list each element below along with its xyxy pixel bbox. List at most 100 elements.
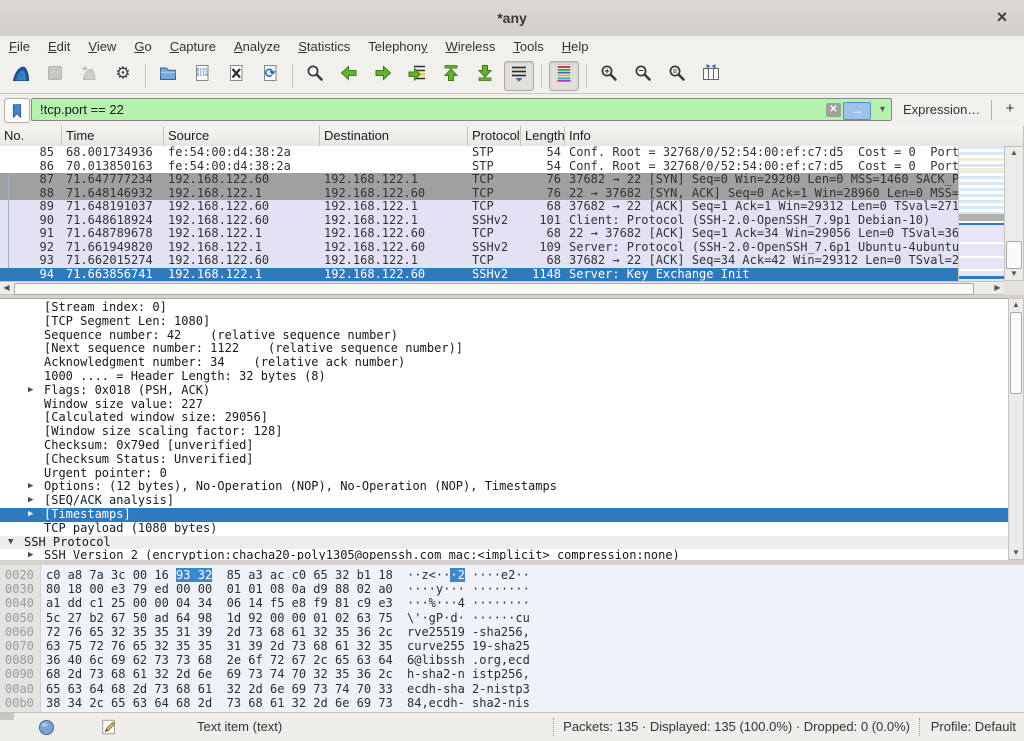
hex-bytes[interactable]: c0 a8 7a 3c 00 16: [46, 568, 176, 582]
hex-row[interactable]: 0040a1 dd c1 25 00 00 04 34 06 14 f5 e8 …: [0, 596, 1024, 610]
toolbar-button-stop-capture[interactable]: [40, 61, 70, 91]
toolbar-button-go-top[interactable]: [436, 61, 466, 91]
scroll-left-arrow-icon[interactable]: ◀: [0, 282, 13, 294]
detail-line[interactable]: [TCP Segment Len: 1080]: [0, 315, 1008, 329]
toolbar-button-save-file[interactable]: 01010110: [187, 61, 217, 91]
expand-arrow-icon[interactable]: ▶: [28, 480, 33, 494]
hex-bytes[interactable]: 65 63 64 68 2d 73 68 61 32 2d 6e 69 73 7…: [46, 682, 393, 696]
detail-line[interactable]: ▶Flags: 0x018 (PSH, ACK): [0, 384, 1008, 398]
hex-ascii[interactable]: ····e2··: [465, 568, 530, 582]
toolbar-button-zoom-reset[interactable]: =: [662, 61, 692, 91]
detail-line[interactable]: ▶Options: (12 bytes), No-Operation (NOP)…: [0, 480, 1008, 494]
toolbar-button-go-to-packet[interactable]: [402, 61, 432, 91]
hex-ascii[interactable]: 6@libssh .org,ecd: [407, 653, 530, 667]
column-header-destination[interactable]: Destination: [320, 126, 468, 146]
detail-line[interactable]: Urgent pointer: 0: [0, 467, 1008, 481]
menu-item-go[interactable]: Go: [125, 36, 160, 58]
expand-arrow-icon[interactable]: ▶: [28, 508, 33, 522]
hex-ascii[interactable]: rve25519 -sha256,: [407, 625, 530, 639]
hex-ascii[interactable]: ····y··· ········: [407, 582, 530, 596]
add-filter-button[interactable]: +: [1001, 94, 1019, 125]
hex-bytes[interactable]: 36 40 6c 69 62 73 73 68 2e 6f 72 67 2c 6…: [46, 653, 393, 667]
column-header-no[interactable]: No.: [0, 126, 62, 146]
menu-item-help[interactable]: Help: [553, 36, 598, 58]
toolbar-button-auto-scroll[interactable]: [504, 61, 534, 91]
scroll-up-arrow-icon[interactable]: ▲: [1005, 147, 1023, 159]
hex-bytes[interactable]: 63 75 72 76 65 32 35 35 31 39 2d 73 68 6…: [46, 639, 393, 653]
detail-line[interactable]: Checksum: 0x79ed [unverified]: [0, 439, 1008, 453]
status-profile[interactable]: Profile: Default: [931, 713, 1016, 741]
column-header-length[interactable]: Length: [521, 126, 565, 146]
menu-item-edit[interactable]: Edit: [39, 36, 79, 58]
detail-line[interactable]: Acknowledgment number: 34 (relative ack …: [0, 356, 1008, 370]
filter-dropdown-caret-icon[interactable]: ▾: [880, 104, 885, 115]
detail-line[interactable]: Window size value: 227: [0, 398, 1008, 412]
title-bar[interactable]: *any ×: [0, 0, 1024, 37]
menu-item-analyze[interactable]: Analyze: [225, 36, 289, 58]
packet-row[interactable]: 8771.647777234192.168.122.60192.168.122.…: [0, 173, 958, 187]
menu-item-statistics[interactable]: Statistics: [289, 36, 359, 58]
hex-ascii[interactable]: h-sha2-n istp256,: [407, 667, 530, 681]
expand-arrow-icon[interactable]: ▶: [28, 549, 33, 560]
hex-bytes[interactable]: 5c 27 b2 67 50 ad 64 98 1d 92 00 00 01 0…: [46, 611, 393, 625]
hex-bytes[interactable]: 68 2d 73 68 61 32 2d 6e 69 73 74 70 32 3…: [46, 667, 393, 681]
toolbar-button-colorize[interactable]: [549, 61, 579, 91]
toolbar-button-go-bottom[interactable]: [470, 61, 500, 91]
menu-item-wireless[interactable]: Wireless: [437, 36, 505, 58]
detail-line[interactable]: [Checksum Status: Unverified]: [0, 453, 1008, 467]
hex-row[interactable]: 008036 40 6c 69 62 73 73 68 2e 6f 72 67 …: [0, 653, 1024, 667]
splitter-grip[interactable]: [0, 713, 14, 720]
menu-item-capture[interactable]: Capture: [161, 36, 225, 58]
hex-ascii[interactable]: ecdh-sha 2-nistp3: [407, 682, 530, 696]
hex-row[interactable]: 009068 2d 73 68 61 32 2d 6e 69 73 74 70 …: [0, 667, 1024, 681]
packet-list-hscrollbar[interactable]: ◀ ▶: [0, 281, 1004, 295]
packet-list-header[interactable]: No.TimeSourceDestinationProtocolLengthIn…: [0, 126, 1024, 147]
toolbar-button-reload[interactable]: ⟳: [255, 61, 285, 91]
hex-ascii[interactable]: \'·gP·d· ······cu: [407, 611, 530, 625]
packet-row[interactable]: 8971.648191037192.168.122.60192.168.122.…: [0, 200, 958, 214]
detail-line[interactable]: 1000 .... = Header Length: 32 bytes (8): [0, 370, 1008, 384]
toolbar-button-restart-capture[interactable]: [74, 61, 104, 91]
packet-row[interactable]: 9271.661949820192.168.122.1192.168.122.6…: [0, 241, 958, 255]
packet-row[interactable]: 8670.013850163fe:54:00:d4:38:2aSTP54Conf…: [0, 160, 958, 174]
detail-line[interactable]: [Window size scaling factor: 128]: [0, 425, 1008, 439]
toolbar-button-start-capture[interactable]: [6, 61, 36, 91]
hex-row[interactable]: 0020c0 a8 7a 3c 00 16 93 32 85 a3 ac c0 …: [0, 568, 1024, 582]
packet-row[interactable]: 8871.648146932192.168.122.1192.168.122.6…: [0, 187, 958, 201]
packet-list-minimap-scrollbar[interactable]: [958, 146, 1004, 281]
detail-line[interactable]: ▶SSH Version 2 (encryption:chacha20-poly…: [0, 549, 1008, 560]
column-header-time[interactable]: Time: [62, 126, 164, 146]
hex-row[interactable]: 00a065 63 64 68 2d 73 68 61 32 2d 6e 69 …: [0, 682, 1024, 696]
hex-bytes[interactable]: 72 76 65 32 35 35 31 39 2d 73 68 61 32 3…: [46, 625, 393, 639]
details-vscrollbar[interactable]: ▲ ▼: [1008, 298, 1024, 560]
hex-row[interactable]: 006072 76 65 32 35 35 31 39 2d 73 68 61 …: [0, 625, 1024, 639]
detail-line[interactable]: ▶[Timestamps]: [0, 508, 1008, 522]
scroll-right-arrow-icon[interactable]: ▶: [991, 282, 1004, 294]
hex-ascii[interactable]: ···%···4 ········: [407, 596, 530, 610]
column-header-source[interactable]: Source: [164, 126, 320, 146]
scroll-down-arrow-icon[interactable]: ▼: [1005, 268, 1023, 280]
packet-row[interactable]: 8568.001734936fe:54:00:d4:38:2aSTP54Conf…: [0, 146, 958, 160]
packet-list-vscrollbar[interactable]: ▲ ▼: [1004, 146, 1024, 281]
vscroll-thumb[interactable]: [1010, 312, 1022, 394]
menu-item-file[interactable]: File: [0, 36, 39, 58]
hex-bytes[interactable]: 80 18 00 e3 79 ed 00 00 01 01 08 0a d9 8…: [46, 582, 393, 596]
toolbar-button-resize-columns[interactable]: [696, 61, 726, 91]
detail-line[interactable]: [Calculated window size: 29056]: [0, 411, 1008, 425]
toolbar-button-find-packet[interactable]: [300, 61, 330, 91]
capture-comment-button[interactable]: [100, 718, 118, 739]
hex-row[interactable]: 003080 18 00 e3 79 ed 00 00 01 01 08 0a …: [0, 582, 1024, 596]
column-header-info[interactable]: Info: [565, 126, 1024, 146]
packet-row[interactable]: 9471.663856741192.168.122.1192.168.122.6…: [0, 268, 958, 282]
hscroll-thumb[interactable]: [14, 283, 974, 295]
hex-ascii[interactable]: ··z<··: [407, 568, 450, 582]
hex-row[interactable]: 00505c 27 b2 67 50 ad 64 98 1d 92 00 00 …: [0, 611, 1024, 625]
expert-info-button[interactable]: [38, 719, 55, 739]
filter-bookmark-button[interactable]: [4, 98, 30, 123]
detail-line[interactable]: Sequence number: 42 (relative sequence n…: [0, 329, 1008, 343]
close-window-button[interactable]: ×: [990, 5, 1014, 29]
expand-arrow-icon[interactable]: ▶: [28, 384, 33, 398]
hex-ascii[interactable]: 84,ecdh- sha2-nis: [407, 696, 530, 710]
column-header-protocol[interactable]: Protocol: [468, 126, 521, 146]
hex-bytes[interactable]: a1 dd c1 25 00 00 04 34 06 14 f5 e8 f9 8…: [46, 596, 393, 610]
